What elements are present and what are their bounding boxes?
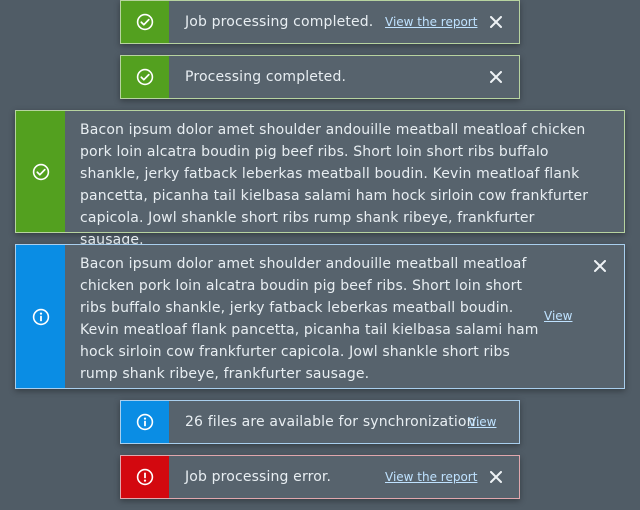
check-circle-icon — [136, 13, 154, 31]
close-icon[interactable] — [487, 1, 505, 43]
success-strip — [16, 111, 65, 232]
view-link[interactable]: View — [468, 401, 496, 443]
check-circle-icon — [32, 163, 50, 181]
toast-job-completed: Job processing completed. View the repor… — [120, 0, 520, 44]
toast-message: Processing completed. — [185, 69, 347, 85]
toast-job-error: Job processing error. View the report — [120, 455, 520, 499]
check-circle-icon — [136, 68, 154, 86]
toast-long-info: Bacon ipsum dolor amet shoulder andouill… — [15, 244, 625, 389]
toast-processing-completed: Processing completed. — [120, 55, 520, 99]
info-strip — [121, 401, 169, 443]
close-icon[interactable] — [591, 258, 609, 274]
toast-message: Job processing error. — [185, 469, 332, 485]
toast-sync-available: 26 files are available for synchronizati… — [120, 400, 520, 444]
error-circle-icon — [136, 468, 154, 486]
close-icon[interactable] — [487, 456, 505, 498]
toast-message: Bacon ipsum dolor amet shoulder andouill… — [80, 256, 539, 382]
view-report-link[interactable]: View the report — [385, 1, 477, 43]
view-report-link[interactable]: View the report — [385, 456, 477, 498]
success-strip — [121, 56, 169, 98]
toast-long-success: Bacon ipsum dolor amet shoulder andouill… — [15, 110, 625, 248]
toast-message: Job processing completed. — [185, 14, 374, 30]
info-circle-icon — [32, 308, 50, 326]
toast-message: 26 files are available for synchronizati… — [185, 414, 481, 430]
view-link[interactable]: View — [544, 245, 572, 388]
info-strip — [16, 245, 65, 388]
close-icon[interactable] — [487, 56, 505, 98]
success-strip — [121, 1, 169, 43]
error-strip — [121, 456, 169, 498]
info-circle-icon — [136, 413, 154, 431]
toast-message: Bacon ipsum dolor amet shoulder andouill… — [80, 122, 589, 248]
